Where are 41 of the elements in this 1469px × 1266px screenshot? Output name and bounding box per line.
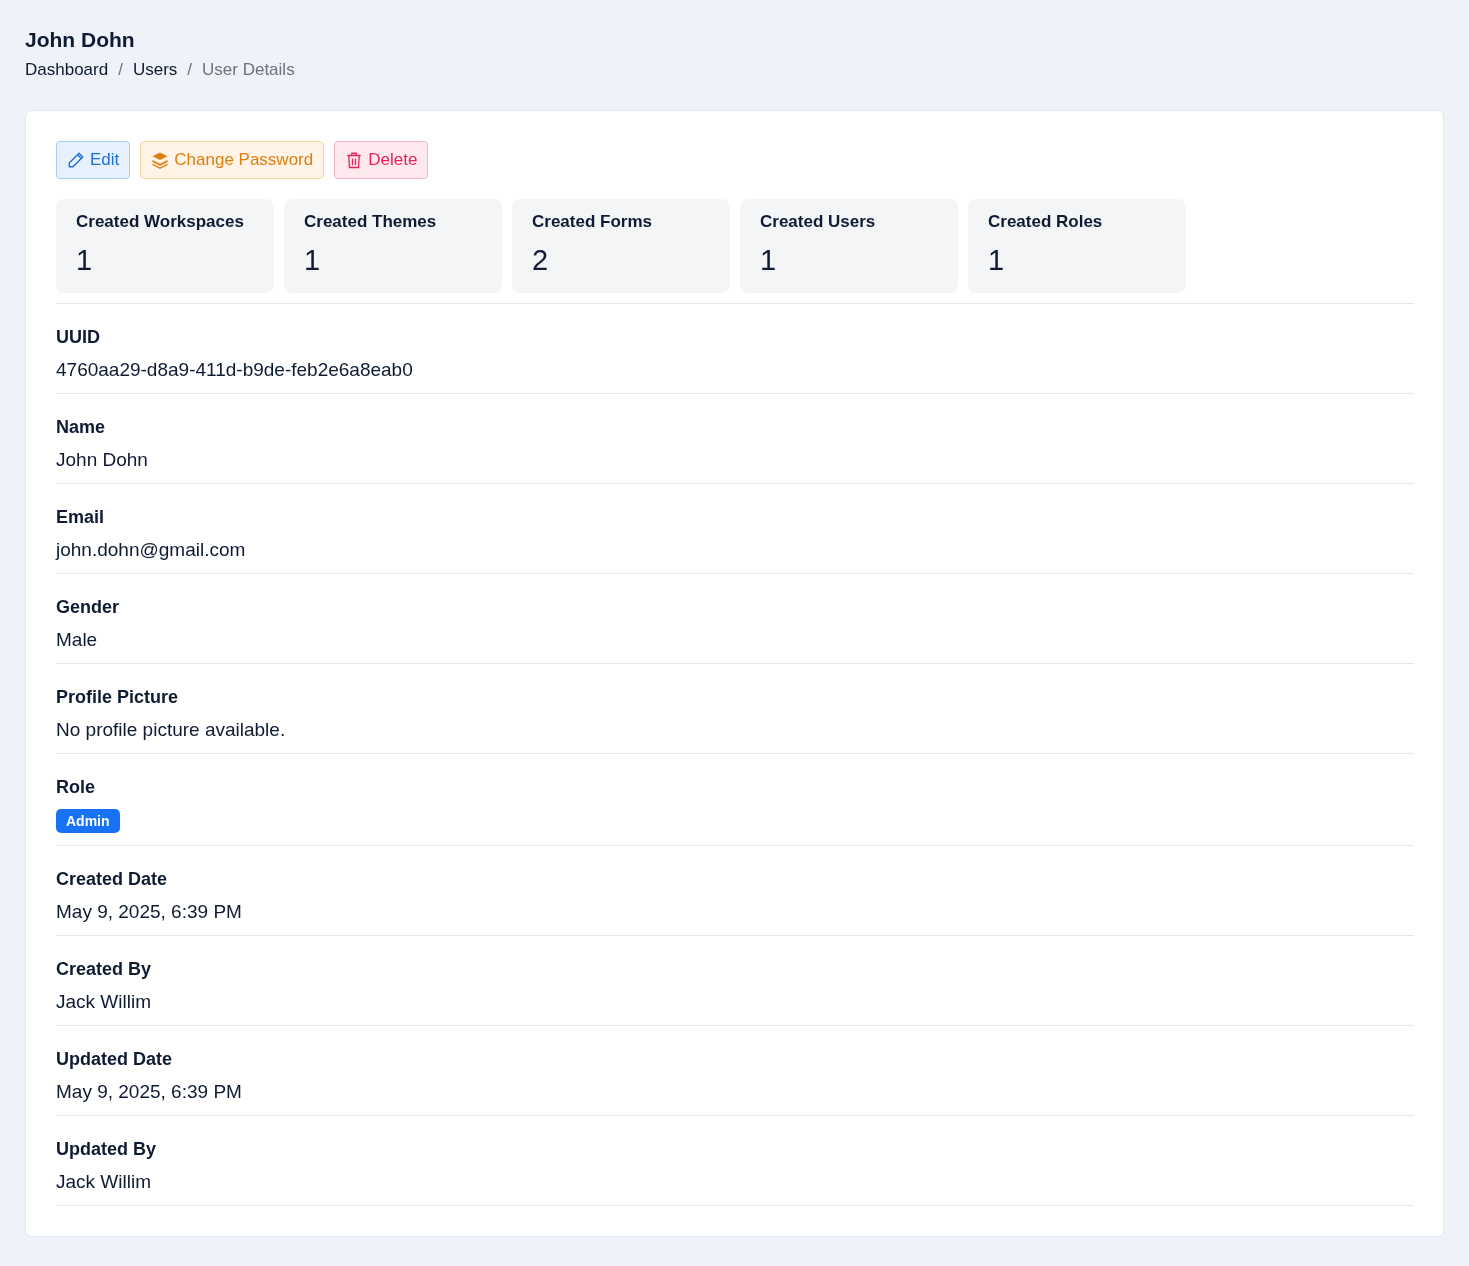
trash-icon — [345, 150, 364, 170]
field-value: Male — [56, 629, 99, 651]
stat-label: Created Forms — [532, 212, 653, 232]
edit-button[interactable]: Edit — [56, 141, 131, 179]
field-label: Updated By — [56, 1139, 157, 1160]
stat-label: Created Themes — [304, 212, 438, 232]
breadcrumb-separator: / — [187, 60, 193, 80]
pencil-icon — [67, 151, 85, 169]
layers-icon — [151, 151, 170, 169]
stat-label: Created Users — [760, 212, 877, 232]
stat-value: 1 — [760, 244, 778, 277]
stat-label: Created Workspaces — [76, 212, 245, 232]
role-tag: Admin — [56, 809, 120, 833]
field-label: Updated Date — [56, 1049, 173, 1070]
field-label: Gender — [56, 597, 121, 618]
field-value: john.dohn@gmail.com — [56, 539, 247, 561]
password-button[interactable]: Change Password — [140, 141, 325, 179]
field-value: May 9, 2025, 6:39 PM — [56, 1081, 243, 1103]
field-label: Role — [56, 777, 96, 798]
breadcrumb-link[interactable]: Dashboard — [25, 60, 109, 80]
field-value: No profile picture available. — [56, 719, 287, 741]
stat-label: Created Roles — [988, 212, 1104, 232]
stat-value: 1 — [304, 244, 322, 277]
field-label: Email — [56, 507, 106, 528]
stat-value: 1 — [76, 244, 94, 277]
field-value: John Dohn — [56, 449, 149, 471]
field-value: May 9, 2025, 6:39 PM — [56, 901, 243, 923]
field-label: Profile Picture — [56, 687, 180, 708]
field-label: Name — [56, 417, 107, 438]
breadcrumb-separator: / — [118, 60, 123, 80]
field-label: Created Date — [56, 869, 169, 890]
field-label: Created By — [56, 959, 153, 980]
delete-button[interactable]: Delete — [334, 141, 429, 179]
field-value: Jack Willim — [56, 991, 152, 1013]
breadcrumb-link[interactable]: Users — [132, 60, 178, 80]
field-value: Jack Willim — [56, 1171, 152, 1193]
stat-value: 2 — [532, 244, 550, 277]
field-value: 4760aa29-d8a9-411d-b9de-feb2e6a8eab0 — [56, 359, 414, 381]
field-label: UUID — [56, 327, 101, 348]
page-title: John Dohn — [25, 28, 136, 52]
stat-value: 1 — [988, 244, 1006, 277]
